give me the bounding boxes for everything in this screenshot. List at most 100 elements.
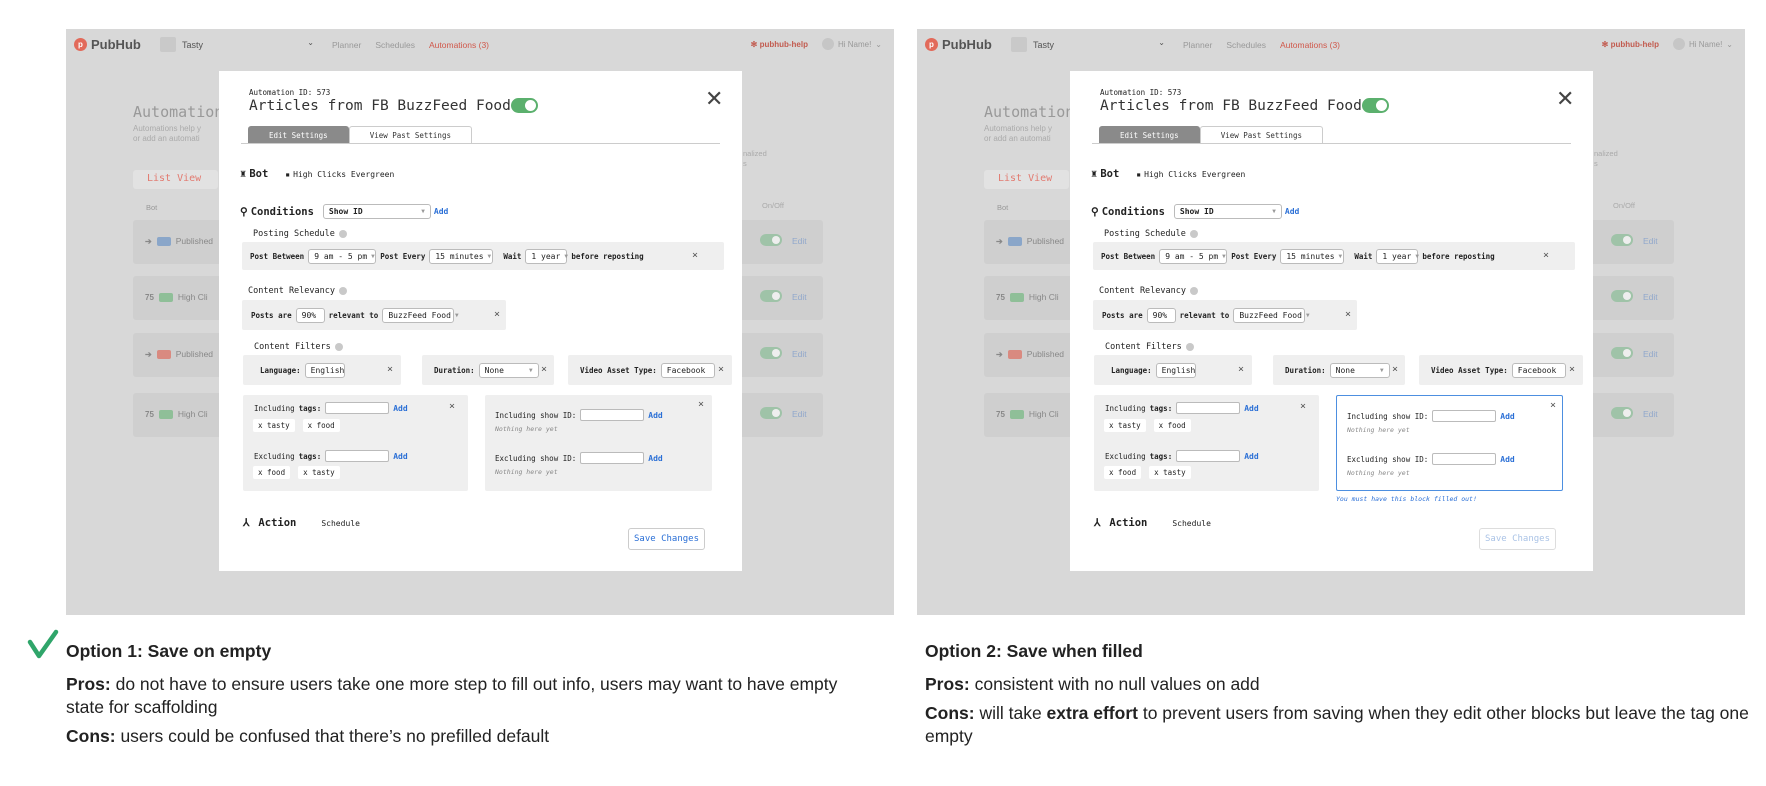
remove-icon[interactable]: × — [1569, 364, 1575, 375]
row-toggle[interactable] — [1611, 347, 1633, 359]
tag-chip[interactable]: x tasty — [253, 419, 295, 432]
row-toggle[interactable] — [760, 290, 782, 302]
remove-icon[interactable]: × — [541, 364, 547, 375]
add-including-show-link[interactable]: Add — [648, 411, 662, 420]
add-including-show-link[interactable]: Add — [1500, 412, 1514, 421]
including-show-id-input[interactable] — [1432, 410, 1497, 422]
relevancy-percent-select[interactable]: 90% — [295, 308, 325, 323]
row-edit-link[interactable]: Edit — [1643, 409, 1658, 419]
video-type-select[interactable]: Facebook — [660, 363, 715, 378]
including-tags-input[interactable] — [325, 402, 390, 414]
row-toggle[interactable] — [1611, 234, 1633, 246]
close-icon[interactable]: ✕ — [705, 88, 723, 110]
user-menu[interactable]: Hi Name! ⌄ — [821, 38, 882, 50]
remove-icon[interactable]: × — [1238, 364, 1244, 375]
nav-automations[interactable]: Automations (3) — [1280, 40, 1340, 50]
info-icon[interactable] — [338, 230, 347, 238]
tab-edit-settings[interactable]: Edit Settings — [248, 126, 349, 143]
row-edit-link[interactable]: Edit — [792, 236, 807, 246]
including-tags-input[interactable] — [1176, 402, 1241, 414]
add-excluding-tag-link[interactable]: Add — [1244, 452, 1258, 461]
add-excluding-show-link[interactable]: Add — [1500, 455, 1514, 464]
relevant-to-select[interactable]: BuzzFeed Food ▼ — [1233, 308, 1310, 323]
workspace-select[interactable]: Tasty ⌄ — [1011, 36, 1165, 53]
user-menu[interactable]: Hi Name! ⌄ — [1672, 38, 1733, 50]
remove-icon[interactable]: × — [449, 401, 455, 412]
tag-chip[interactable]: x tasty — [1149, 466, 1191, 479]
list-view-button[interactable]: List View — [133, 170, 218, 189]
nav-automations[interactable]: Automations (3) — [429, 40, 489, 50]
help-link[interactable]: ✻ pubhub-help — [1602, 40, 1659, 49]
row-edit-link[interactable]: Edit — [1643, 349, 1658, 359]
tab-edit-settings[interactable]: Edit Settings — [1099, 126, 1200, 143]
help-link[interactable]: ✻ pubhub-help — [751, 40, 808, 49]
remove-icon[interactable]: × — [718, 364, 724, 375]
row-edit-link[interactable]: Edit — [1643, 236, 1658, 246]
tab-view-past-settings[interactable]: View Past Settings — [1199, 126, 1323, 143]
excluding-tags-input[interactable] — [325, 450, 390, 462]
remove-icon[interactable]: × — [692, 250, 698, 261]
add-excluding-tag-link[interactable]: Add — [393, 452, 407, 461]
add-including-tag-link[interactable]: Add — [393, 404, 407, 413]
excluding-show-id-input[interactable] — [580, 452, 645, 464]
row-toggle[interactable] — [1611, 407, 1633, 419]
row-toggle[interactable] — [760, 407, 782, 419]
nav-planner[interactable]: Planner — [332, 40, 361, 50]
automation-toggle[interactable] — [511, 98, 538, 113]
excluding-tags-input[interactable] — [1176, 450, 1241, 462]
post-between-select[interactable]: 9 am - 5 pm ▼ — [1159, 249, 1228, 264]
info-icon[interactable] — [1185, 343, 1194, 351]
row-toggle[interactable] — [760, 234, 782, 246]
nav-schedules[interactable]: Schedules — [1226, 40, 1266, 50]
tag-chip[interactable]: x food — [302, 419, 340, 432]
row-edit-link[interactable]: Edit — [792, 349, 807, 359]
remove-icon[interactable]: × — [1550, 400, 1556, 411]
post-every-select[interactable]: 15 minutes ▼ — [429, 249, 494, 264]
including-show-id-input[interactable] — [580, 409, 645, 421]
duration-select[interactable]: None ▼ — [1329, 363, 1390, 378]
conditions-select[interactable]: Show ID ▼ — [322, 204, 431, 219]
relevancy-percent-select[interactable]: 90% — [1146, 308, 1176, 323]
tag-chip[interactable]: x tasty — [1104, 419, 1146, 432]
row-edit-link[interactable]: Edit — [792, 409, 807, 419]
app-logo[interactable]: p PubHub — [74, 37, 141, 52]
relevant-to-select[interactable]: BuzzFeed Food ▼ — [382, 308, 459, 323]
wait-select[interactable]: 1 year ▼ — [525, 249, 568, 264]
tag-chip[interactable]: x tasty — [298, 466, 340, 479]
remove-icon[interactable]: × — [1345, 309, 1351, 320]
language-select[interactable]: English — [1155, 363, 1196, 378]
workspace-select[interactable]: Tasty ⌄ — [160, 36, 314, 53]
list-view-button[interactable]: List View — [984, 170, 1069, 189]
add-including-tag-link[interactable]: Add — [1244, 404, 1258, 413]
language-select[interactable]: English — [304, 363, 345, 378]
remove-icon[interactable]: × — [1300, 401, 1306, 412]
add-condition-link[interactable]: Add — [434, 207, 448, 216]
remove-icon[interactable]: × — [387, 364, 393, 375]
nav-planner[interactable]: Planner — [1183, 40, 1212, 50]
row-edit-link[interactable]: Edit — [1643, 292, 1658, 302]
row-toggle[interactable] — [1611, 290, 1633, 302]
remove-icon[interactable]: × — [698, 399, 704, 410]
duration-select[interactable]: None ▼ — [478, 363, 539, 378]
add-excluding-show-link[interactable]: Add — [648, 454, 662, 463]
post-between-select[interactable]: 9 am - 5 pm ▼ — [308, 249, 377, 264]
automation-toggle[interactable] — [1362, 98, 1389, 113]
tag-chip[interactable]: x food — [1104, 466, 1142, 479]
info-icon[interactable] — [1189, 230, 1198, 238]
app-logo[interactable]: p PubHub — [925, 37, 992, 52]
add-condition-link[interactable]: Add — [1285, 207, 1299, 216]
post-every-select[interactable]: 15 minutes ▼ — [1280, 249, 1345, 264]
info-icon[interactable] — [1190, 287, 1198, 295]
remove-icon[interactable]: × — [1392, 364, 1398, 375]
row-toggle[interactable] — [760, 347, 782, 359]
row-edit-link[interactable]: Edit — [792, 292, 807, 302]
save-changes-button[interactable]: Save Changes — [1479, 528, 1556, 550]
close-icon[interactable]: ✕ — [1556, 88, 1574, 110]
info-icon[interactable] — [339, 287, 347, 295]
remove-icon[interactable]: × — [1543, 250, 1549, 261]
remove-icon[interactable]: × — [494, 309, 500, 320]
tab-view-past-settings[interactable]: View Past Settings — [348, 126, 472, 143]
save-changes-button[interactable]: Save Changes — [628, 528, 705, 550]
excluding-show-id-input[interactable] — [1432, 453, 1497, 465]
tag-chip[interactable]: x food — [253, 466, 291, 479]
